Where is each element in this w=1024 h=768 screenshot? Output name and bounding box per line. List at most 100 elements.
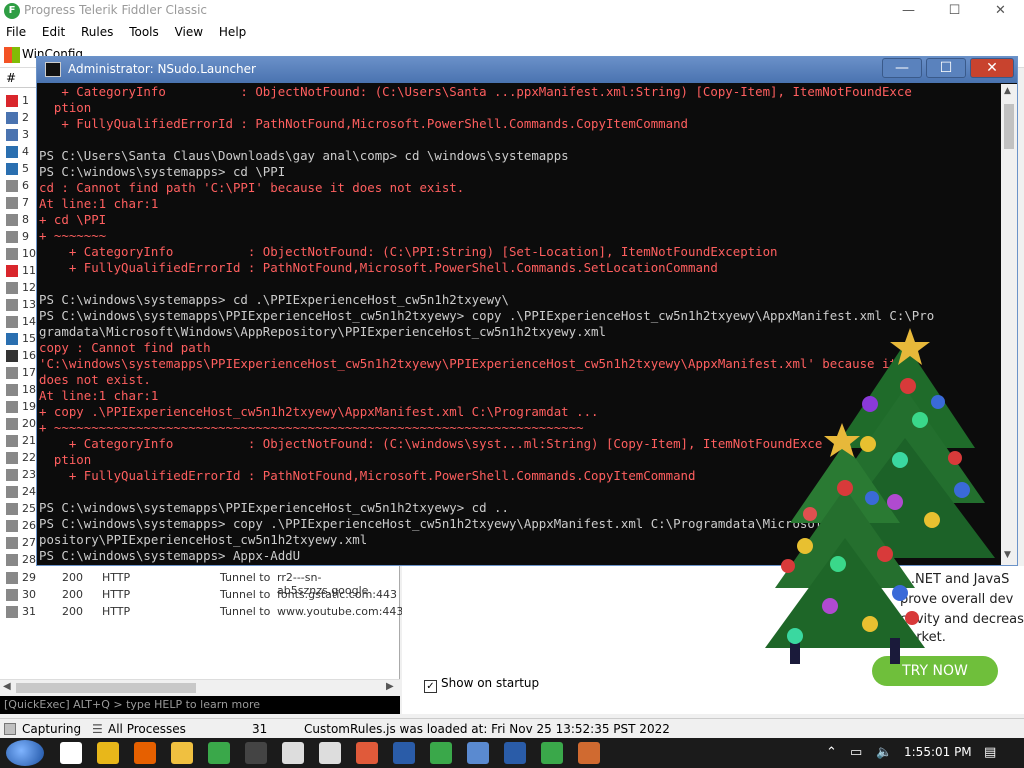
session-number: 17: [22, 366, 36, 379]
cmd-icon[interactable]: [245, 742, 267, 764]
package-icon[interactable]: [282, 742, 304, 764]
volume-icon[interactable]: 🔈: [876, 745, 892, 760]
quickexec-input[interactable]: [QuickExec] ALT+Q > type HELP to learn m…: [0, 696, 400, 714]
session-protocol: HTTP: [102, 588, 131, 601]
fiddler-active-icon[interactable]: [541, 742, 563, 764]
lock-icon: [6, 197, 18, 209]
7zip-icon[interactable]: [319, 742, 341, 764]
chrome-icon[interactable]: [97, 742, 119, 764]
session-url: www.youtube.com:443: [277, 605, 404, 618]
fiddler-logo-icon: F: [4, 3, 20, 19]
console-line: At line:1 char:1: [39, 196, 159, 211]
scroll-right-icon[interactable]: ▶: [386, 681, 394, 692]
column-header-number[interactable]: #: [6, 71, 16, 85]
lock-icon: [6, 384, 18, 396]
session-list-scrollbar[interactable]: ◀ ▶: [0, 679, 400, 695]
capturing-status[interactable]: Capturing: [22, 722, 81, 736]
lock-icon: [6, 316, 18, 328]
session-number: 28: [22, 553, 36, 566]
session-number: 9: [22, 230, 29, 243]
session-number: 5: [22, 162, 29, 175]
firefox-icon[interactable]: [134, 742, 156, 764]
doc-icon: [6, 333, 18, 345]
session-number: 13: [22, 298, 36, 311]
archive-icon[interactable]: [578, 742, 600, 764]
session-number: 31: [22, 605, 36, 618]
menu-rules[interactable]: Rules: [75, 22, 119, 39]
console-title-bar[interactable]: Administrator: NSudo.Launcher — ☐ ✕: [37, 57, 1017, 83]
show-on-startup-checkbox[interactable]: ✓: [424, 680, 437, 693]
task-view-icon[interactable]: [60, 742, 82, 764]
session-result: 200: [62, 605, 83, 618]
table-row[interactable]: 30 200 HTTP Tunnel to fonts.gstatic.com:443: [0, 587, 400, 603]
console-maximize-button[interactable]: ☐: [926, 58, 966, 78]
powershell-icon[interactable]: [393, 742, 415, 764]
session-number: 8: [22, 213, 29, 226]
status-message: CustomRules.js was loaded at: Fri Nov 25…: [304, 722, 670, 736]
scroll-left-icon[interactable]: ◀: [3, 681, 11, 692]
scroll-up-icon[interactable]: ▲: [1004, 86, 1011, 96]
notifications-icon[interactable]: ▤: [984, 745, 996, 760]
doc-icon: [6, 350, 18, 362]
session-protocol: HTTP: [102, 571, 131, 584]
status-bar: Capturing ☰ All Processes 31 CustomRules…: [0, 718, 1024, 738]
fiddler-alt-icon[interactable]: [430, 742, 452, 764]
session-number: 24: [22, 485, 36, 498]
control-panel-icon[interactable]: [467, 742, 489, 764]
process-filter[interactable]: All Processes: [108, 722, 186, 736]
close-button[interactable]: ✕: [978, 0, 1023, 22]
console-minimize-button[interactable]: —: [882, 58, 922, 78]
menu-view[interactable]: View: [169, 22, 209, 39]
lock-icon: [6, 180, 18, 192]
warning-icon: [6, 95, 18, 107]
menu-edit[interactable]: Edit: [36, 22, 71, 39]
console-line: PS C:\windows\systemapps> cd \PPI: [39, 164, 286, 179]
session-number: 12: [22, 281, 36, 294]
session-number: 20: [22, 417, 36, 430]
scroll-thumb[interactable]: [16, 683, 196, 693]
session-result: 200: [62, 571, 83, 584]
lock-icon: [6, 299, 18, 311]
start-button[interactable]: [6, 740, 44, 766]
session-host: Tunnel to: [220, 605, 271, 618]
tray-overflow-icon[interactable]: ⌃: [826, 745, 837, 760]
powershell-active-icon[interactable]: [504, 742, 526, 764]
table-row[interactable]: 31 200 HTTP Tunnel to www.youtube.com:443: [0, 604, 404, 620]
js-icon: [6, 129, 18, 141]
console-line: + cd \PPI: [39, 212, 107, 227]
console-scroll-thumb[interactable]: [1004, 104, 1014, 149]
show-on-startup[interactable]: ✓ Show on startup: [424, 676, 539, 693]
menu-tools[interactable]: Tools: [123, 22, 165, 39]
console-title: Administrator: NSudo.Launcher: [68, 62, 256, 76]
console-close-button[interactable]: ✕: [970, 58, 1014, 78]
script-icon: [6, 163, 18, 175]
minimize-button[interactable]: —: [886, 0, 931, 22]
taskbar: ⌃ ▭ 🔈 1:55:01 PM ▤: [0, 738, 1024, 768]
maximize-button[interactable]: ☐: [932, 0, 977, 22]
network-icon[interactable]: ▭: [850, 745, 862, 760]
table-row[interactable]: 29 200 HTTP Tunnel to rr2---sn-ab5sznzs.goog…: [0, 570, 400, 597]
capture-indicator-icon[interactable]: [4, 723, 16, 735]
menu-file[interactable]: File: [0, 22, 32, 39]
lock-icon: [6, 572, 18, 584]
session-number: 25: [22, 502, 36, 515]
fiddler-title: Progress Telerik Fiddler Classic: [24, 3, 208, 17]
session-number: 27: [22, 536, 36, 549]
js-icon: [6, 112, 18, 124]
clock[interactable]: 1:55:01 PM: [904, 745, 972, 759]
menu-help[interactable]: Help: [213, 22, 252, 39]
session-number: 6: [22, 179, 29, 192]
session-number: 21: [22, 434, 36, 447]
fiddler-icon[interactable]: [208, 742, 230, 764]
session-number: 2: [22, 111, 29, 124]
lock-icon: [6, 486, 18, 498]
git-icon[interactable]: [356, 742, 378, 764]
session-number: 3: [22, 128, 29, 141]
lock-icon: [6, 503, 18, 515]
console-line: + FullyQualifiedErrorId : PathNotFound,M…: [39, 116, 689, 131]
lock-icon: [6, 537, 18, 549]
file-explorer-icon[interactable]: [171, 742, 193, 764]
windows-icon[interactable]: [4, 47, 20, 63]
session-url: fonts.gstatic.com:443: [277, 588, 397, 601]
